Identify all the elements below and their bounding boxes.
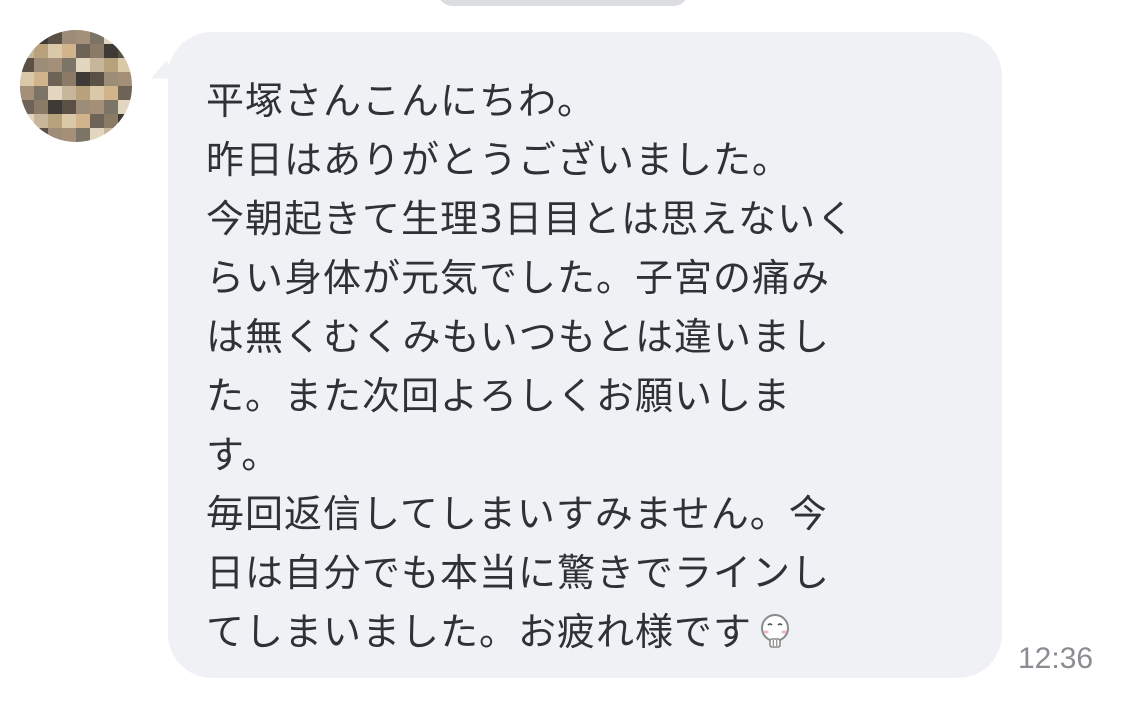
avatar-pixel	[90, 100, 104, 114]
avatar-pixel	[34, 114, 48, 128]
avatar-pixel	[90, 128, 104, 142]
avatar-pixel	[104, 72, 118, 86]
avatar-pixel	[104, 128, 118, 142]
avatar-pixel	[90, 114, 104, 128]
avatar-pixel	[118, 86, 132, 100]
avatar-pixel	[62, 72, 76, 86]
avatar-pixel	[48, 100, 62, 114]
avatar-pixel	[76, 72, 90, 86]
message-line: た。また次回よろしくお願いしま	[206, 374, 792, 418]
avatar-pixel	[76, 30, 90, 44]
avatar-pixel	[76, 114, 90, 128]
message-timestamp: 12:36	[1018, 642, 1094, 675]
avatar-pixel	[62, 58, 76, 72]
avatar-pixel	[118, 58, 132, 72]
message-line-last: てしまいました。お疲れ様です	[206, 603, 964, 662]
avatar-pixel	[76, 58, 90, 72]
avatar-pixel	[34, 128, 48, 142]
avatar-pixel	[48, 30, 62, 44]
message-bubble[interactable]: 平塚さんこんにちわ。 昨日はありがとうございました。 今朝起きて生理3日目とは思…	[168, 32, 1002, 678]
avatar-pixel	[34, 86, 48, 100]
message-line: らい身体が元気でした。子宮の痛み	[206, 256, 831, 300]
avatar-pixel	[34, 58, 48, 72]
avatar-pixel	[20, 128, 34, 142]
avatar-pixel	[118, 44, 132, 58]
message-line: 日は自分でも本当に驚きでラインし	[206, 551, 831, 595]
avatar-pixel	[104, 114, 118, 128]
avatar-pixel	[104, 58, 118, 72]
avatar-pixel	[104, 30, 118, 44]
avatar-pixel	[118, 100, 132, 114]
avatar-pixel	[76, 128, 90, 142]
avatar-pixel	[34, 72, 48, 86]
message-line: 毎回返信してしまいすみません。今	[206, 492, 828, 536]
avatar-pixel	[62, 114, 76, 128]
message-line: 平塚さんこんにちわ。	[206, 79, 597, 123]
avatar-pixel	[90, 58, 104, 72]
avatar-pixel	[118, 128, 132, 142]
avatar-pixel	[34, 100, 48, 114]
avatar-pixel	[20, 114, 34, 128]
message-line: 昨日はありがとうございました。	[206, 138, 792, 182]
avatar-pixel	[76, 44, 90, 58]
avatar-pixel	[20, 72, 34, 86]
avatar[interactable]	[20, 30, 132, 142]
avatar-pixel	[48, 128, 62, 142]
avatar-pixel	[20, 100, 34, 114]
message-line: す。	[206, 433, 281, 477]
avatar-pixel	[104, 44, 118, 58]
avatar-pixel	[62, 86, 76, 100]
avatar-pixel	[118, 114, 132, 128]
avatar-pixel	[76, 86, 90, 100]
avatar-pixel	[20, 86, 34, 100]
avatar-pixel	[48, 86, 62, 100]
avatar-pixel	[62, 100, 76, 114]
avatar-pixel	[90, 72, 104, 86]
message-line: 今朝起きて生理3日目とは思えないく	[206, 197, 856, 241]
avatar-pixel	[90, 44, 104, 58]
message-line-text: てしまいました。お疲れ様です	[206, 610, 753, 654]
avatar-pixel	[118, 30, 132, 44]
avatar-pixel	[62, 128, 76, 142]
avatar-pixel	[34, 30, 48, 44]
avatar-pixel	[48, 58, 62, 72]
avatar-pixel	[62, 44, 76, 58]
avatar-pixel	[62, 30, 76, 44]
avatar-pixel	[48, 114, 62, 128]
date-separator-pill	[438, 0, 688, 6]
avatar-pixel	[20, 58, 34, 72]
avatar-pixel	[20, 30, 34, 44]
avatar-pixel	[90, 30, 104, 44]
message-line: は無くむくみもいつもとは違いまし	[206, 315, 831, 359]
avatar-pixel	[48, 44, 62, 58]
avatar-pixel	[90, 86, 104, 100]
avatar-pixel	[20, 44, 34, 58]
crying-face-icon	[758, 607, 792, 648]
avatar-pixel	[104, 100, 118, 114]
avatar-pixel	[104, 86, 118, 100]
avatar-pixel	[48, 72, 62, 86]
avatar-pixel	[34, 44, 48, 58]
avatar-pixel	[118, 72, 132, 86]
avatar-pixel	[76, 100, 90, 114]
